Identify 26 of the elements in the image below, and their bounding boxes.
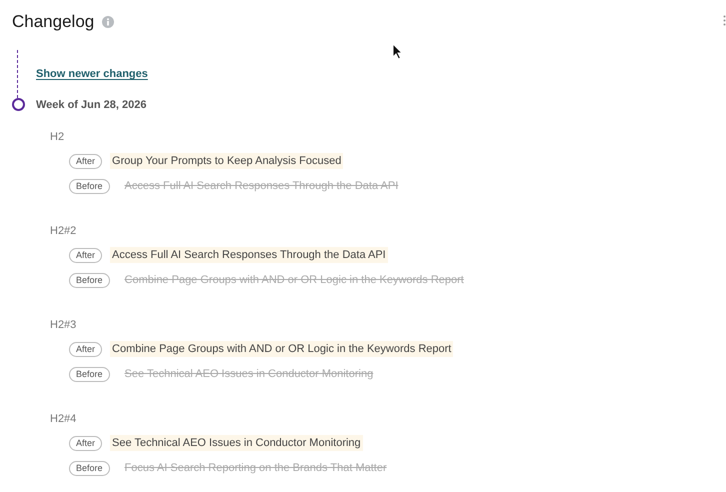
group-label: H2#4 bbox=[50, 412, 78, 426]
info-icon[interactable] bbox=[102, 16, 114, 28]
after-title: Access Full AI Search Responses Through the Data API bbox=[110, 247, 388, 263]
status-badge: After bbox=[69, 436, 102, 450]
before-title: Access Full AI Search Responses Through the Data API bbox=[124, 179, 400, 194]
page-title: Changelog bbox=[12, 11, 94, 33]
status-badge: Before bbox=[69, 366, 110, 382]
more-options-icon[interactable] bbox=[723, 15, 726, 26]
mouse-cursor-icon bbox=[392, 43, 403, 60]
status-badge: Before bbox=[69, 272, 110, 288]
status-badge: After bbox=[69, 342, 102, 356]
group-label: H2#2 bbox=[50, 224, 78, 238]
after-title: Combine Page Groups with AND or OR Logic in the Keywords Report bbox=[110, 341, 454, 357]
after-title: See Technical AEO Issues in Conductor Monitoring bbox=[110, 435, 363, 451]
group-label: H2#3 bbox=[50, 318, 78, 332]
before-title: Focus AI Search Reporting on the Brands That Matter bbox=[124, 461, 388, 476]
before-title: Combine Page Groups with AND or OR Logic in the Keywords Report bbox=[124, 273, 465, 288]
after-title: Group Your Prompts to Keep Analysis Focused bbox=[110, 153, 344, 169]
status-badge: After bbox=[69, 154, 102, 168]
status-badge: Before bbox=[69, 460, 110, 476]
status-badge: Before bbox=[69, 178, 110, 194]
show-newer-changes-link[interactable]: Show newer changes bbox=[36, 67, 148, 81]
group-label: H2 bbox=[50, 130, 66, 144]
week-heading: Week of Jun 28, 2026 bbox=[36, 98, 148, 112]
status-badge: After bbox=[69, 248, 102, 262]
before-title: See Technical AEO Issues in Conductor Monitoring bbox=[124, 367, 374, 382]
